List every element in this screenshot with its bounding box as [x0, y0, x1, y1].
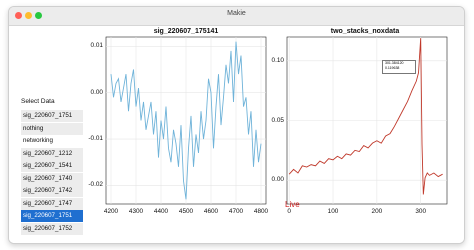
- legend-entry-2: 0.119638: [385, 66, 400, 70]
- left-x-tick-label: 4500: [178, 208, 194, 215]
- right-x-tick-label: 300: [415, 208, 427, 215]
- left-x-tick-label: 4700: [228, 208, 244, 215]
- left-x-tick-label: 4400: [153, 208, 169, 215]
- left-y-tick-label: 0.01: [90, 42, 103, 50]
- right-x-tick-label: 200: [371, 208, 383, 215]
- right-x-tick-label: 0: [287, 208, 291, 215]
- right-y-tick-label: 0.10: [271, 56, 284, 64]
- left-y-tick-label: 0.00: [90, 88, 103, 96]
- right-series-line: [288, 38, 443, 195]
- right-y-tick-label: 0.05: [271, 116, 284, 124]
- left-y-tick-label: -0.01: [88, 135, 103, 143]
- left-x-tick-label: 4600: [203, 208, 219, 215]
- right-x-tick-label: 100: [327, 208, 339, 215]
- left-y-tick-label: -0.02: [88, 181, 103, 189]
- left-x-tick-label: 4300: [128, 208, 144, 215]
- chart-legend: 301.384120 0.119638: [382, 60, 416, 74]
- left-x-tick-label: 4200: [103, 208, 119, 215]
- left-x-tick-label: 4800: [253, 208, 269, 215]
- right-y-tick-label: 0.00: [271, 176, 284, 184]
